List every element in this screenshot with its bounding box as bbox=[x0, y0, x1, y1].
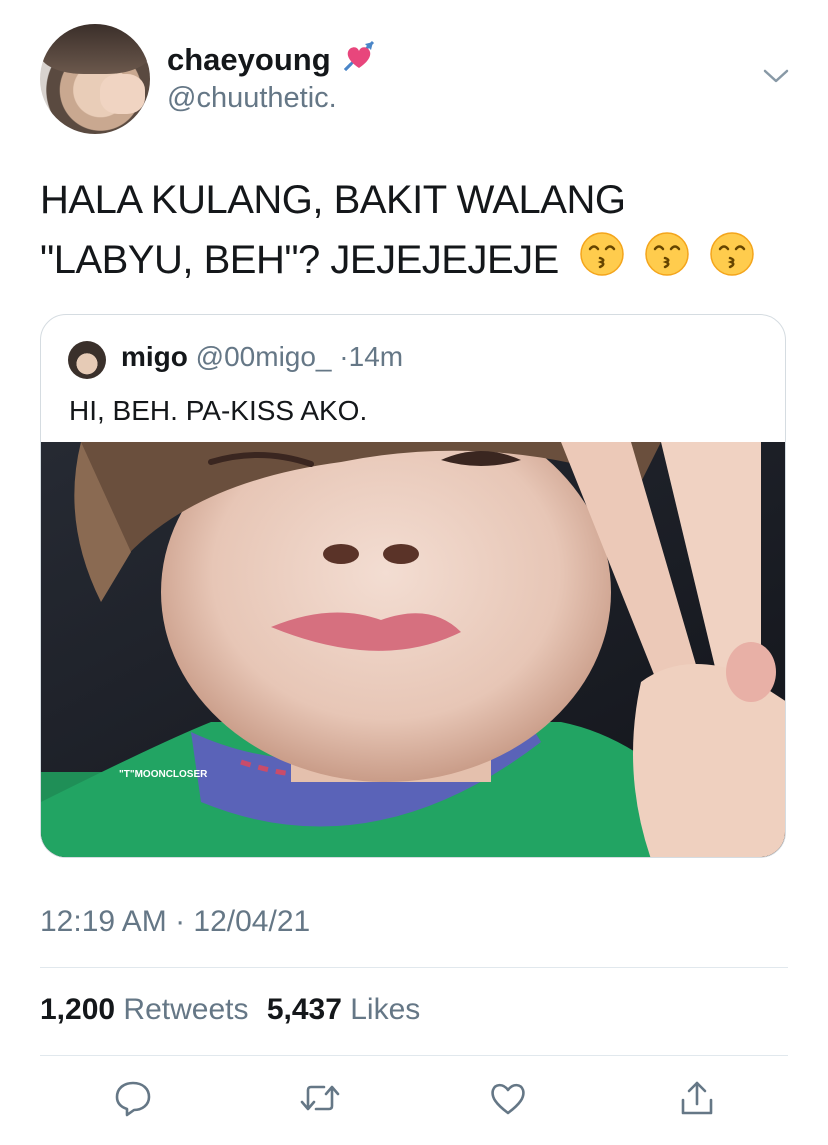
quoted-time: 14m bbox=[348, 341, 404, 372]
quoted-handle: @00migo_ bbox=[195, 341, 332, 372]
tweet-text-line2-wrap: "LABYU, BEH"? JEJEJEJEJE bbox=[40, 230, 780, 294]
photo-watermark: "T"MOONCLOSER bbox=[119, 769, 208, 780]
quoted-text: HI, BEH. PA-KISS AKO. bbox=[69, 395, 368, 426]
likes-count: 5,437 bbox=[266, 993, 342, 1026]
divider-top bbox=[40, 967, 788, 968]
author-display-name[interactable]: chaeyoung bbox=[167, 38, 377, 82]
quoted-avatar bbox=[68, 341, 106, 379]
tweet-text: HALA KULANG, BAKIT WALANG "LABYU, BEH"? … bbox=[40, 170, 780, 294]
display-name-text: chaeyoung bbox=[167, 42, 331, 77]
author-handle[interactable]: @chuuthetic. bbox=[167, 82, 337, 115]
retweets-link[interactable]: 1,200 Retweets bbox=[40, 993, 248, 1026]
likes-label: Likes bbox=[350, 993, 421, 1026]
tweet-text-line2: "LABYU, BEH"? JEJEJEJEJE bbox=[40, 238, 559, 282]
kissing-face-icon bbox=[569, 231, 625, 294]
retweets-label: Retweets bbox=[123, 993, 249, 1026]
quoted-separator: · bbox=[339, 341, 349, 372]
chevron-down-icon[interactable] bbox=[762, 66, 790, 86]
tweet-timestamp[interactable]: 12:19 AM · 12/04/21 bbox=[40, 905, 310, 939]
divider-bottom bbox=[40, 1055, 788, 1056]
retweets-count: 1,200 bbox=[40, 993, 116, 1026]
kissing-face-icon bbox=[701, 231, 755, 294]
heart-with-arrow-icon bbox=[341, 38, 377, 82]
tweet-actions bbox=[0, 1076, 828, 1126]
likes-link[interactable]: 5,437 Likes bbox=[267, 993, 420, 1026]
quoted-header: migo @00migo_ ·14m bbox=[121, 341, 403, 373]
reply-icon[interactable] bbox=[111, 1076, 155, 1120]
tweet-text-line1: HALA KULANG, BAKIT WALANG bbox=[40, 178, 626, 222]
retweet-icon[interactable] bbox=[298, 1076, 342, 1120]
tweet-stats: 1,200 Retweets 5,437 Likes bbox=[40, 993, 420, 1027]
author-avatar[interactable] bbox=[40, 24, 150, 134]
like-icon[interactable] bbox=[486, 1076, 530, 1120]
quoted-tweet[interactable]: migo @00migo_ ·14m HI, BEH. PA-KISS AKO. bbox=[40, 314, 786, 858]
share-icon[interactable] bbox=[675, 1076, 719, 1120]
quoted-name: migo bbox=[121, 341, 188, 372]
kissing-face-icon bbox=[636, 231, 690, 294]
quoted-photo[interactable]: "T"MOONCLOSER bbox=[41, 442, 785, 857]
